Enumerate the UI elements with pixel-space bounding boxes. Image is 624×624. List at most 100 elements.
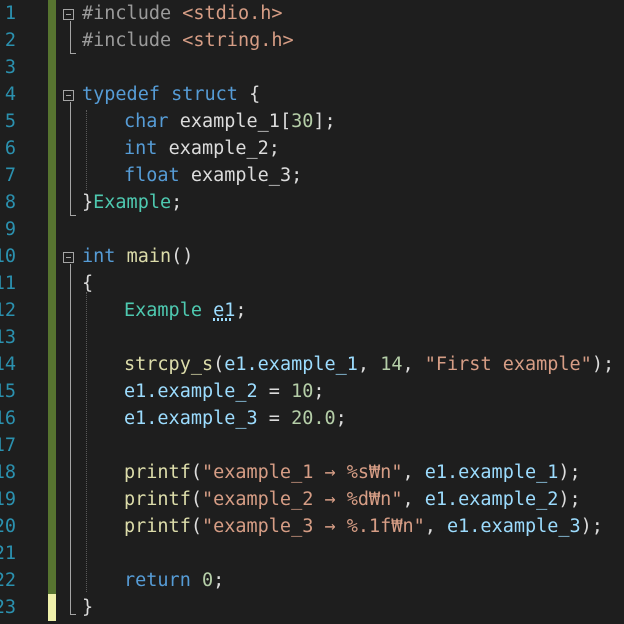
keyword: return xyxy=(124,570,191,591)
code-line-22[interactable]: return 0; xyxy=(124,567,224,594)
punctuation: , xyxy=(357,354,381,375)
line-number: 4 xyxy=(4,84,16,105)
argument: e1.example_2 xyxy=(424,489,559,510)
argument: e1.example_1 xyxy=(424,462,559,483)
operator: = xyxy=(257,381,292,402)
outline-bracket-end xyxy=(70,215,76,216)
code-line-6[interactable]: int example_2; xyxy=(124,135,280,162)
code-line-14[interactable]: strcpy_s(e1.example_1, 14, "First exampl… xyxy=(124,351,614,378)
function-name: main xyxy=(126,246,172,267)
punctuation: , xyxy=(424,516,448,537)
argument: e1.example_1 xyxy=(224,354,358,375)
line-number: 5 xyxy=(4,111,16,132)
punctuation: ; xyxy=(213,570,225,591)
keyword: typedef xyxy=(82,84,160,105)
line-number: 1 xyxy=(4,3,16,24)
string-literal: "example_1 → %s₩n" xyxy=(201,462,403,483)
code-line-18[interactable]: printf("example_1 → %s₩n", e1.example_1)… xyxy=(124,459,581,486)
line-number: 22 xyxy=(0,570,16,591)
outline-bracket-end xyxy=(70,53,76,54)
punctuation: , xyxy=(402,489,425,510)
number-literal: 0 xyxy=(201,570,214,591)
string-literal: "First example" xyxy=(424,354,592,375)
line-number: 13 xyxy=(0,327,16,348)
type-keyword: int xyxy=(82,246,116,267)
punctuation: ( xyxy=(213,354,225,375)
line-number: 15 xyxy=(0,381,16,402)
argument: e1.example_3 xyxy=(447,516,581,537)
brace: } xyxy=(82,597,94,618)
code-line-1[interactable]: #include <stdio.h> xyxy=(82,0,283,27)
line-number: 17 xyxy=(0,435,16,456)
fold-toggle-icon[interactable] xyxy=(63,90,74,101)
punctuation: ; xyxy=(235,300,247,321)
number-literal: 14 xyxy=(380,354,403,375)
line-number: 16 xyxy=(0,408,16,429)
punctuation: ; xyxy=(171,192,183,213)
line-number: 18 xyxy=(0,462,16,483)
line-number: 9 xyxy=(4,219,16,240)
line-number: 19 xyxy=(0,489,16,510)
assignment-target: e1.example_3 xyxy=(124,408,258,429)
code-line-23[interactable]: } xyxy=(82,594,93,621)
outline-bracket xyxy=(70,102,71,215)
punctuation: () xyxy=(171,246,194,267)
code-line-19[interactable]: printf("example_2 → %d₩n", e1.example_2)… xyxy=(124,486,581,513)
type-keyword: float xyxy=(124,165,180,186)
unsaved-change-marker xyxy=(48,594,56,621)
punctuation: ; xyxy=(313,381,325,402)
fold-toggle-icon[interactable] xyxy=(63,252,74,263)
preprocessor-directive: #include xyxy=(82,30,183,51)
punctuation: , xyxy=(402,462,425,483)
function-name: printf xyxy=(124,462,191,483)
line-number: 10 xyxy=(0,246,16,267)
line-number: 23 xyxy=(0,597,16,618)
code-line-11[interactable]: { xyxy=(82,270,93,297)
outline-bracket-end xyxy=(70,614,76,615)
punctuation: ( xyxy=(190,489,202,510)
outline-bracket xyxy=(70,264,71,614)
code-editor[interactable]: 1234567891011121314151617181920212223 #i… xyxy=(0,0,624,624)
string-literal: "example_3 → %.1f₩n" xyxy=(201,516,425,537)
line-number: 8 xyxy=(4,192,16,213)
type-name: Example xyxy=(93,192,172,213)
string-literal: "example_2 → %d₩n" xyxy=(201,489,403,510)
code-line-20[interactable]: printf("example_3 → %.1f₩n", e1.example_… xyxy=(124,513,603,540)
punctuation: ]; xyxy=(313,111,336,132)
code-line-4[interactable]: typedef struct { xyxy=(82,81,260,108)
member-name: example_2; xyxy=(168,138,280,159)
line-number: 2 xyxy=(4,30,16,51)
code-line-8[interactable]: }Example; xyxy=(82,189,182,216)
fold-toggle-icon[interactable] xyxy=(63,9,74,20)
punctuation: ; xyxy=(335,408,347,429)
code-line-5[interactable]: char example_1[30]; xyxy=(124,108,336,135)
line-number: 7 xyxy=(4,165,16,186)
line-number: 14 xyxy=(0,354,16,375)
preprocessor-directive: #include xyxy=(82,3,183,24)
function-name: printf xyxy=(124,516,191,537)
member-name: example_1[ xyxy=(179,111,292,132)
number-literal: 30 xyxy=(291,111,314,132)
brace: } xyxy=(82,192,94,213)
code-line-10[interactable]: int main() xyxy=(82,243,193,270)
code-line-7[interactable]: float example_3; xyxy=(124,162,302,189)
brace: { xyxy=(249,84,261,105)
outline-bracket xyxy=(70,21,71,53)
number-literal: 20.0 xyxy=(291,408,336,429)
punctuation: ); xyxy=(591,354,615,375)
line-number: 3 xyxy=(4,57,16,78)
type-name: Example xyxy=(124,300,202,321)
line-number: 12 xyxy=(0,300,16,321)
warning-squiggle xyxy=(213,318,233,321)
line-number-gutter: 1234567891011121314151617181920212223 xyxy=(0,0,48,624)
punctuation: ( xyxy=(190,516,202,537)
indent-guide xyxy=(86,110,87,190)
line-number: 6 xyxy=(4,138,16,159)
number-literal: 10 xyxy=(291,381,314,402)
code-line-2[interactable]: #include <string.h> xyxy=(82,27,294,54)
code-line-16[interactable]: e1.example_3 = 20.0; xyxy=(124,405,347,432)
code-line-15[interactable]: e1.example_2 = 10; xyxy=(124,378,325,405)
function-name: strcpy_s xyxy=(124,354,214,375)
line-number: 21 xyxy=(0,543,16,564)
punctuation: ); xyxy=(558,489,581,510)
